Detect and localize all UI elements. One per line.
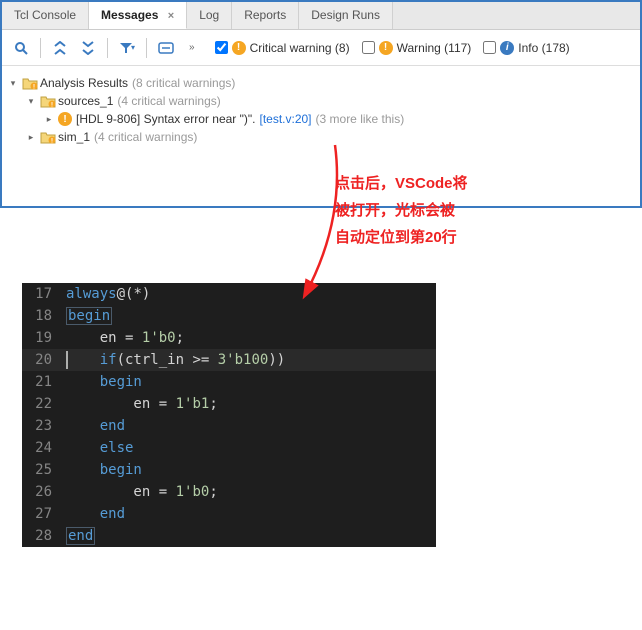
- line-number: 20: [22, 349, 66, 371]
- search-button[interactable]: [8, 35, 34, 61]
- code-line[interactable]: 17always@(*): [22, 283, 436, 305]
- tree-meta: (4 critical warnings): [117, 94, 220, 108]
- chevron-right-icon[interactable]: ▸: [44, 114, 54, 125]
- tree-node-sources[interactable]: ▾ ! sources_1 (4 critical warnings): [8, 92, 634, 110]
- line-number: 18: [22, 305, 66, 327]
- tree-meta: (8 critical warnings): [132, 76, 235, 90]
- tree-node-sim[interactable]: ▸ ! sim_1 (4 critical warnings): [8, 128, 634, 146]
- tab-label: Messages: [101, 8, 158, 22]
- checkbox-warning[interactable]: [362, 41, 375, 54]
- line-number: 23: [22, 415, 66, 437]
- overflow-button[interactable]: »: [189, 42, 195, 53]
- code-line[interactable]: 19 en = 1'b0;: [22, 327, 436, 349]
- critical-warning-icon: !: [58, 112, 72, 126]
- tab-tcl-console[interactable]: Tcl Console: [2, 2, 89, 29]
- svg-text:!: !: [33, 85, 35, 91]
- code-content[interactable]: end: [66, 503, 436, 525]
- annotation-line: 自动定位到第20行: [335, 224, 468, 251]
- code-content[interactable]: begin: [66, 305, 436, 327]
- tab-design-runs[interactable]: Design Runs: [299, 2, 393, 29]
- filter-info[interactable]: i Info (178): [483, 41, 569, 55]
- code-content[interactable]: begin: [66, 459, 436, 481]
- code-content[interactable]: en = 1'b0;: [66, 327, 436, 349]
- tree-node-message[interactable]: ▸ ! [HDL 9-806] Syntax error near ")". […: [8, 110, 634, 128]
- tab-log[interactable]: Log: [187, 2, 232, 29]
- tab-bar: Tcl Console Messages × Log Reports Desig…: [2, 2, 640, 30]
- filter-warning[interactable]: ! Warning (117): [362, 41, 472, 55]
- code-content[interactable]: begin: [66, 371, 436, 393]
- line-number: 19: [22, 327, 66, 349]
- messages-panel: Tcl Console Messages × Log Reports Desig…: [0, 0, 642, 208]
- tree-node-analysis-results[interactable]: ▾ ! Analysis Results (8 critical warning…: [8, 74, 634, 92]
- close-icon[interactable]: ×: [168, 10, 174, 22]
- critical-warning-icon: !: [232, 41, 246, 55]
- tree-meta: (3 more like this): [316, 112, 405, 126]
- line-number: 27: [22, 503, 66, 525]
- line-number: 22: [22, 393, 66, 415]
- chevron-right-icon[interactable]: ▸: [26, 132, 36, 143]
- code-line[interactable]: 22 en = 1'b1;: [22, 393, 436, 415]
- code-content[interactable]: end: [66, 415, 436, 437]
- separator: [146, 38, 147, 58]
- chevron-down-icon[interactable]: ▾: [8, 78, 18, 89]
- info-icon: i: [500, 41, 514, 55]
- expand-all-button[interactable]: [75, 35, 101, 61]
- code-line[interactable]: 26 en = 1'b0;: [22, 481, 436, 503]
- line-number: 17: [22, 283, 66, 305]
- code-line[interactable]: 27 end: [22, 503, 436, 525]
- message-text: [HDL 9-806] Syntax error near ")".: [76, 112, 255, 126]
- separator: [107, 38, 108, 58]
- code-content[interactable]: en = 1'b1;: [66, 393, 436, 415]
- warning-icon: !: [379, 41, 393, 55]
- tree-label: sources_1: [58, 94, 113, 108]
- code-line[interactable]: 23 end: [22, 415, 436, 437]
- annotation-text: 点击后，VSCode将 被打开，光标会被 自动定位到第20行: [335, 170, 468, 251]
- toolbar: ▾ » ! Critical warning (8) ! Warning (11…: [2, 30, 640, 66]
- tree-label: Analysis Results: [40, 76, 128, 90]
- filter-label: Critical warning (8): [250, 41, 350, 55]
- code-content[interactable]: else: [66, 437, 436, 459]
- tab-reports[interactable]: Reports: [232, 2, 299, 29]
- code-content[interactable]: always@(*): [66, 283, 436, 305]
- tree-label: sim_1: [58, 130, 90, 144]
- message-tree: ▾ ! Analysis Results (8 critical warning…: [2, 66, 640, 206]
- chevron-down-icon[interactable]: ▾: [26, 96, 36, 107]
- folder-icon: !: [40, 131, 54, 143]
- code-line[interactable]: 20 if(ctrl_in >= 3'b100)): [22, 349, 436, 371]
- collapse-all-button[interactable]: [47, 35, 73, 61]
- filter-button[interactable]: ▾: [114, 35, 140, 61]
- code-content[interactable]: if(ctrl_in >= 3'b100)): [66, 349, 436, 371]
- checkbox-info[interactable]: [483, 41, 496, 54]
- tab-messages[interactable]: Messages ×: [89, 2, 187, 29]
- filter-label: Warning (117): [397, 41, 472, 55]
- code-line[interactable]: 18begin: [22, 305, 436, 327]
- filter-critical-warning[interactable]: ! Critical warning (8): [215, 41, 350, 55]
- code-content[interactable]: en = 1'b0;: [66, 481, 436, 503]
- folder-icon: !: [40, 95, 54, 107]
- filter-label: Info (178): [518, 41, 569, 55]
- svg-text:!: !: [51, 103, 53, 109]
- line-number: 26: [22, 481, 66, 503]
- line-number: 25: [22, 459, 66, 481]
- line-number: 28: [22, 525, 66, 547]
- code-line[interactable]: 25 begin: [22, 459, 436, 481]
- code-editor[interactable]: 17always@(*)18begin19 en = 1'b0;20 if(ct…: [22, 283, 436, 547]
- line-number: 21: [22, 371, 66, 393]
- code-line[interactable]: 24 else: [22, 437, 436, 459]
- line-number: 24: [22, 437, 66, 459]
- separator: [40, 38, 41, 58]
- folder-icon: !: [22, 77, 36, 89]
- group-button[interactable]: [153, 35, 179, 61]
- checkbox-critical[interactable]: [215, 41, 228, 54]
- svg-text:!: !: [51, 139, 53, 145]
- code-line[interactable]: 28end: [22, 525, 436, 547]
- code-content[interactable]: end: [66, 525, 436, 547]
- tree-meta: (4 critical warnings): [94, 130, 197, 144]
- annotation-line: 被打开，光标会被: [335, 197, 468, 224]
- file-link[interactable]: [test.v:20]: [259, 112, 311, 126]
- annotation-line: 点击后，VSCode将: [335, 170, 468, 197]
- code-line[interactable]: 21 begin: [22, 371, 436, 393]
